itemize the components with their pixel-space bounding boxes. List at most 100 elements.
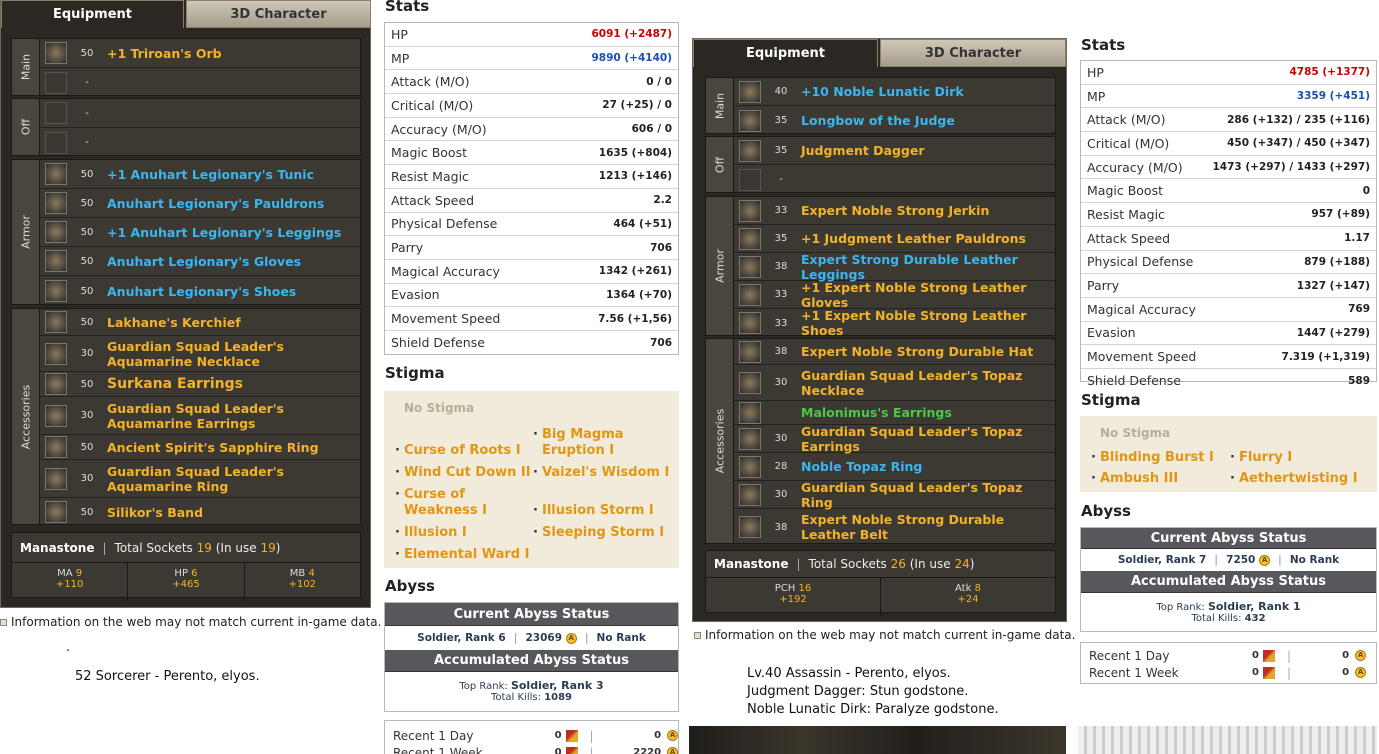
empty-slot-icon: [45, 131, 67, 154]
item-name[interactable]: Expert Noble Strong Durable Leather Belt: [801, 512, 1051, 542]
item-name[interactable]: +1 Expert Noble Strong Leather Gloves: [801, 280, 1055, 310]
stigma-item[interactable]: Ambush III: [1091, 471, 1178, 487]
item-name[interactable]: Expert Noble Strong Durable Hat: [801, 344, 1033, 359]
tab-equipment[interactable]: Equipment: [693, 39, 878, 67]
stat-row: Accuracy (M/O) 1473 (+297) / 1433 (+297): [1081, 156, 1376, 180]
current-abyss-row: Soldier, Rank 7 | 7250 A | No Rank: [1117, 554, 1340, 566]
stigma-item[interactable]: Big Magma Eruption I: [533, 427, 662, 459]
stigma-item[interactable]: Elemental Ward I: [395, 547, 534, 563]
equip-slot[interactable]: 38 Expert Noble Strong Durable Hat: [734, 339, 1055, 365]
equip-slot[interactable]: 38 Expert Strong Durable Leather Leggings: [734, 252, 1055, 282]
stigma-item[interactable]: Wind Cut Down II: [395, 465, 534, 481]
stigma-item[interactable]: Blinding Burst I: [1091, 450, 1214, 466]
equip-slot[interactable]: 30 Guardian Squad Leader's Topaz Necklace: [734, 365, 1055, 401]
equip-slot[interactable]: 50 Anuhart Legionary's Gloves: [40, 247, 360, 276]
item-name[interactable]: Guardian Squad Leader's Topaz Earrings: [801, 424, 1055, 454]
belt-icon: [739, 516, 761, 538]
stigma-item[interactable]: Illusion Storm I: [533, 503, 672, 519]
stigma-item[interactable]: Curse of Weakness I: [395, 487, 534, 519]
tab-3d-character[interactable]: 3D Character: [880, 39, 1066, 67]
equip-slot[interactable]: 50 +1 Triroan's Orb: [40, 39, 360, 68]
item-name[interactable]: Expert Noble Strong Jerkin: [801, 203, 989, 218]
item-name[interactable]: Guardian Squad Leader's Aquamarine Ring: [107, 464, 357, 494]
item-name[interactable]: +1 Anuhart Legionary's Leggings: [107, 225, 341, 240]
equip-slot[interactable]: 30 Guardian Squad Leader's Aquamarine Nec…: [40, 336, 360, 372]
item-level: 38: [774, 261, 788, 272]
equip-slot[interactable]: Malonimus's Earrings: [734, 401, 1055, 425]
stigma-item[interactable]: Vaizel's Wisdom I: [533, 465, 672, 481]
item-name[interactable]: Anuhart Legionary's Gloves: [107, 254, 301, 269]
stat-value: 2.2: [653, 194, 672, 207]
equip-slot[interactable]: 33 +1 Expert Noble Strong Leather Gloves: [734, 280, 1055, 310]
stat-name: MB: [289, 568, 306, 579]
item-name[interactable]: +1 Triroan's Orb: [107, 46, 222, 61]
stat-row: Critical (M/O) 450 (+347) / 450 (+347): [1081, 132, 1376, 156]
stat-label: Physical Defense: [1087, 254, 1194, 270]
cropped-screenshot-strip: [1078, 726, 1377, 754]
equip-slot[interactable]: 40 +10 Noble Lunatic Dirk: [734, 78, 1055, 106]
item-name[interactable]: Guardian Squad Leader's Aquamarine Earri…: [107, 401, 357, 431]
recent-box: Recent 1 Day 0 | 0 A Recent 1 Week 0 | 2220 A: [384, 720, 679, 754]
equip-slot[interactable]: 50 +1 Anuhart Legionary's Leggings: [40, 218, 360, 247]
item-level: 35: [774, 115, 788, 126]
stat-label: Magic Boost: [391, 145, 467, 161]
item-name[interactable]: Noble Topaz Ring: [801, 459, 922, 474]
equip-slot[interactable]: 50 +1 Anuhart Legionary's Tunic: [40, 160, 360, 189]
item-name[interactable]: Expert Strong Durable Leather Leggings: [801, 252, 1055, 282]
equip-slot[interactable]: 50 Lakhane's Kerchief: [40, 309, 360, 336]
equip-slot[interactable]: 30 Guardian Squad Leader's Aquamarine Rin…: [40, 460, 360, 498]
item-name[interactable]: Judgment Dagger: [801, 143, 925, 158]
earrings-icon: [739, 427, 761, 450]
abyss-title: Abyss: [385, 577, 435, 595]
stat-label: Attack (M/O): [391, 74, 470, 90]
equip-slot[interactable]: 50 Anuhart Legionary's Pauldrons: [40, 189, 360, 218]
item-name[interactable]: Malonimus's Earrings: [801, 405, 952, 420]
equip-slot[interactable]: 33 +1 Expert Noble Strong Leather Shoes: [734, 308, 1055, 338]
item-name[interactable]: Ancient Spirit's Sapphire Ring: [107, 440, 319, 455]
item-name[interactable]: +1 Judgment Leather Pauldrons: [801, 231, 1026, 246]
item-name[interactable]: +10 Noble Lunatic Dirk: [801, 84, 964, 99]
item-name[interactable]: Anuhart Legionary's Pauldrons: [107, 196, 324, 211]
equip-slot[interactable]: 30 Guardian Squad Leader's Aquamarine Ear…: [40, 397, 360, 435]
item-name[interactable]: Guardian Squad Leader's Aquamarine Neckl…: [107, 339, 357, 369]
sockets-count: 26: [890, 557, 906, 571]
item-name[interactable]: +1 Anuhart Legionary's Tunic: [107, 167, 314, 182]
notice-label: Information on the web may not match cur…: [11, 615, 382, 629]
equip-slot[interactable]: 50 Anuhart Legionary's Shoes: [40, 276, 360, 306]
stat-label: Attack (M/O): [1087, 112, 1166, 128]
tab-3d-character[interactable]: 3D Character: [186, 0, 371, 28]
equip-slot[interactable]: 35 Longbow of the Judge: [734, 106, 1055, 135]
stigma-item[interactable]: Aethertwisting I: [1230, 471, 1358, 487]
item-name[interactable]: +1 Expert Noble Strong Leather Shoes: [801, 308, 1055, 338]
item-name[interactable]: Surkana Earrings: [107, 376, 243, 392]
equip-slot[interactable]: 50 Surkana Earrings: [40, 372, 360, 397]
item-name[interactable]: Silikor's Band: [107, 505, 203, 520]
stigma-item[interactable]: Illusion I: [395, 525, 534, 541]
equip-slot[interactable]: 35 +1 Judgment Leather Pauldrons: [734, 225, 1055, 253]
stigma-item[interactable]: Curse of Roots I: [395, 443, 524, 459]
stigma-item[interactable]: Sleeping Storm I: [533, 525, 672, 541]
equip-slot: -: [40, 68, 360, 97]
bullet-icon: [0, 619, 7, 626]
stigma-item[interactable]: Flurry I: [1230, 450, 1292, 466]
stat-label: Evasion: [1087, 325, 1136, 341]
stat-value: 286 (+132) / 235 (+116): [1227, 113, 1370, 126]
equip-slot[interactable]: 38 Expert Noble Strong Durable Leather Be…: [734, 509, 1055, 545]
item-name[interactable]: Lakhane's Kerchief: [107, 315, 241, 330]
item-name[interactable]: Anuhart Legionary's Shoes: [107, 284, 296, 299]
equip-slot[interactable]: 33 Expert Noble Strong Jerkin: [734, 197, 1055, 225]
stat-label: Shield Defense: [391, 335, 485, 351]
item-name[interactable]: Guardian Squad Leader's Topaz Necklace: [801, 368, 1031, 398]
stat-count: 9: [75, 568, 83, 579]
stat-row: Movement Speed 7.56 (+1,56): [385, 307, 678, 331]
equip-slot[interactable]: 30 Guardian Squad Leader's Topaz Ring: [734, 480, 1055, 510]
equip-slot[interactable]: 35 Judgment Dagger: [734, 137, 1055, 165]
item-name[interactable]: Longbow of the Judge: [801, 113, 955, 128]
equip-slot[interactable]: 50 Silikor's Band: [40, 498, 360, 526]
equip-slot[interactable]: 30 Guardian Squad Leader's Topaz Earrings: [734, 424, 1055, 454]
equip-slot[interactable]: 50 Ancient Spirit's Sapphire Ring: [40, 435, 360, 460]
tab-equipment[interactable]: Equipment: [1, 0, 184, 28]
stigma-title: Stigma: [385, 364, 445, 382]
equip-slot[interactable]: 28 Noble Topaz Ring: [734, 453, 1055, 481]
item-name[interactable]: Guardian Squad Leader's Topaz Ring: [801, 480, 1055, 510]
